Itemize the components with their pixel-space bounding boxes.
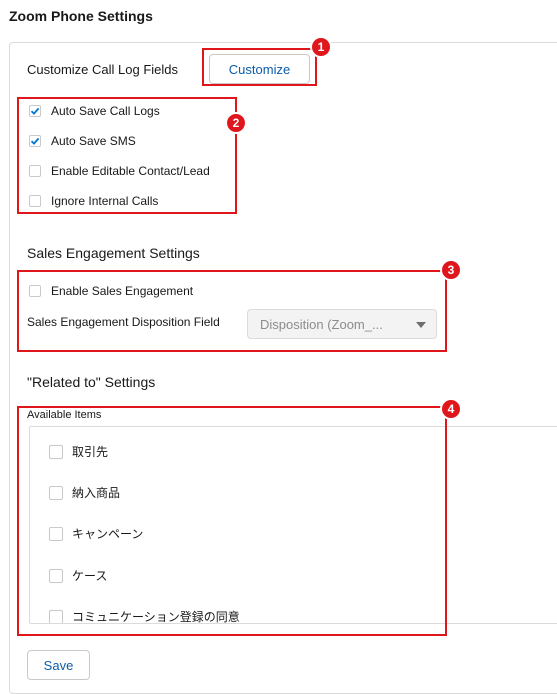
- list-item-case[interactable]: ケース: [49, 567, 107, 584]
- annotation-badge-2: 2: [225, 112, 247, 134]
- checkbox-enable-editable-contact-lead[interactable]: Enable Editable Contact/Lead: [29, 164, 210, 178]
- annotation-badge-3: 3: [440, 259, 462, 281]
- checkbox-box[interactable]: [49, 526, 63, 541]
- customize-button[interactable]: Customize: [209, 54, 310, 84]
- page-title: Zoom Phone Settings: [9, 8, 153, 24]
- checkbox-box[interactable]: [49, 568, 63, 583]
- available-items-list[interactable]: 取引先 納入商品 キャンペーン ケース コミュニケーション登録の同意: [29, 426, 557, 624]
- list-item-label: キャンペーン: [72, 527, 144, 541]
- annotation-badge-4: 4: [440, 398, 462, 420]
- checkbox-auto-save-sms[interactable]: Auto Save SMS: [29, 134, 136, 148]
- checkbox-box[interactable]: [29, 165, 41, 177]
- checkbox-box[interactable]: [29, 195, 41, 207]
- checkbox-label: Auto Save SMS: [51, 134, 136, 148]
- disposition-select[interactable]: Disposition (Zoom_...: [247, 309, 437, 339]
- checkbox-label: Enable Editable Contact/Lead: [51, 164, 210, 178]
- customize-call-log-label: Customize Call Log Fields: [27, 62, 179, 77]
- list-item-campaign[interactable]: キャンペーン: [49, 525, 143, 542]
- checkbox-box[interactable]: [29, 135, 41, 147]
- checkbox-box[interactable]: [49, 609, 63, 623]
- disposition-select-value: Disposition (Zoom_...: [260, 316, 383, 332]
- list-item-label: 納入商品: [72, 486, 121, 500]
- related-to-title: "Related to" Settings: [27, 374, 156, 390]
- checkmark-icon: [30, 107, 40, 115]
- available-items-label: Available Items: [27, 409, 102, 421]
- list-item-nounyu-shohin[interactable]: 納入商品: [49, 484, 120, 501]
- checkbox-enable-sales-engagement[interactable]: Enable Sales Engagement: [29, 284, 193, 298]
- list-item-label: コミュニケーション登録の同意: [72, 610, 240, 624]
- list-item-label: ケース: [72, 569, 108, 583]
- checkbox-label: Enable Sales Engagement: [51, 284, 194, 298]
- list-item-label: 取引先: [72, 445, 109, 459]
- save-button[interactable]: Save: [27, 650, 90, 680]
- chevron-down-icon: [416, 322, 426, 328]
- checkbox-box[interactable]: [29, 285, 41, 297]
- checkbox-ignore-internal-calls[interactable]: Ignore Internal Calls: [29, 194, 158, 208]
- checkbox-auto-save-call-logs[interactable]: Auto Save Call Logs: [29, 104, 160, 118]
- sales-engagement-title: Sales Engagement Settings: [27, 245, 200, 261]
- list-item-torihikisaki[interactable]: 取引先: [49, 443, 108, 460]
- checkmark-icon: [30, 137, 40, 145]
- checkbox-box[interactable]: [49, 444, 63, 459]
- checkbox-label: Auto Save Call Logs: [51, 104, 160, 118]
- list-item-communication-consent[interactable]: コミュニケーション登録の同意: [49, 608, 240, 624]
- checkbox-box[interactable]: [49, 485, 63, 500]
- annotation-badge-1: 1: [310, 36, 332, 58]
- checkbox-box[interactable]: [29, 105, 41, 117]
- disposition-field-label: Sales Engagement Disposition Field: [27, 315, 220, 329]
- checkbox-label: Ignore Internal Calls: [51, 194, 159, 208]
